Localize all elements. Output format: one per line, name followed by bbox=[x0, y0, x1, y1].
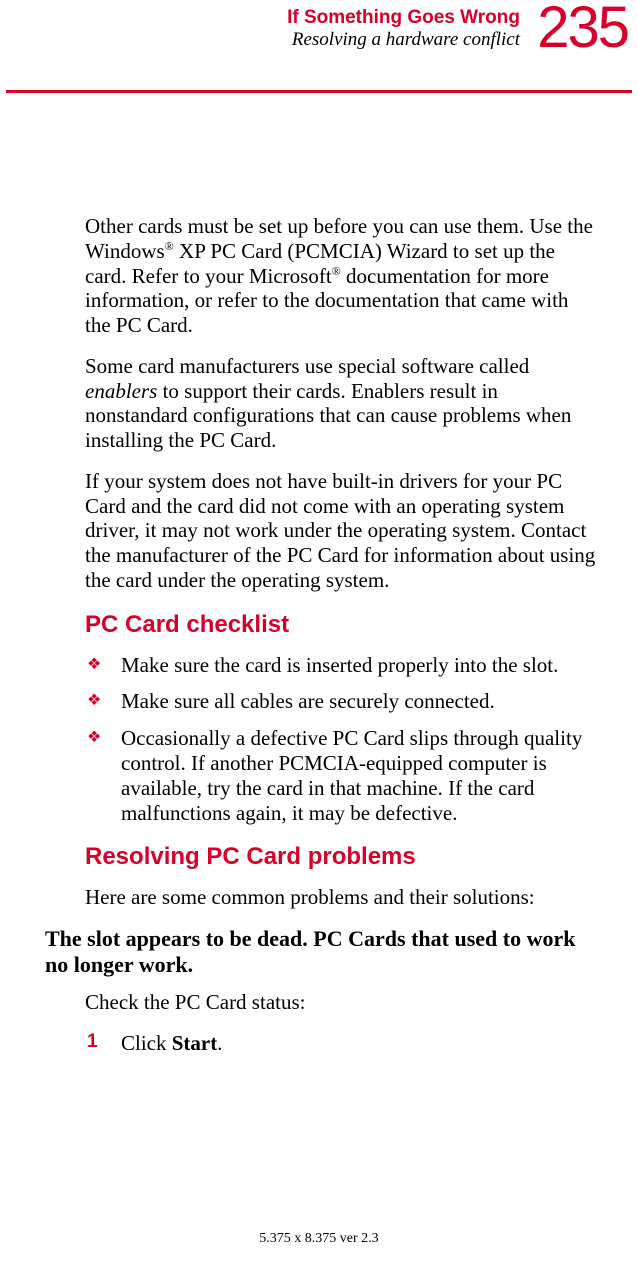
diamond-icon: ❖ bbox=[87, 656, 101, 675]
steps-list: 1 Click Start. bbox=[85, 1031, 598, 1056]
paragraph: Other cards must be set up before you ca… bbox=[85, 214, 598, 338]
page-number: 235 bbox=[537, 0, 628, 61]
list-item: ❖ Make sure all cables are securely conn… bbox=[85, 689, 598, 714]
problem-heading: The slot appears to be dead. PC Cards th… bbox=[45, 926, 598, 978]
chapter-title: If Something Goes Wrong bbox=[287, 8, 520, 28]
header-rule bbox=[6, 90, 632, 93]
paragraph: If your system does not have built-in dr… bbox=[85, 469, 598, 593]
step-item: 1 Click Start. bbox=[85, 1031, 598, 1056]
list-item: ❖ Occasionally a defective PC Card slips… bbox=[85, 726, 598, 825]
emphasis: enablers bbox=[85, 379, 157, 403]
checklist: ❖ Make sure the card is inserted properl… bbox=[85, 653, 598, 826]
step-number: 1 bbox=[87, 1031, 98, 1054]
section-subtitle: Resolving a hardware conflict bbox=[287, 30, 520, 51]
list-item-text: Make sure the card is inserted properly … bbox=[121, 653, 558, 677]
step-bold: Start bbox=[172, 1031, 218, 1055]
heading-resolving: Resolving PC Card problems bbox=[85, 843, 598, 871]
page-header: 235 If Something Goes Wrong Resolving a … bbox=[0, 0, 638, 96]
step-text: . bbox=[217, 1031, 222, 1055]
content: Other cards must be set up before you ca… bbox=[0, 96, 638, 1056]
paragraph: Some card manufacturers use special soft… bbox=[85, 354, 598, 453]
paragraph: Here are some common problems and their … bbox=[85, 885, 598, 910]
list-item-text: Make sure all cables are securely connec… bbox=[121, 689, 495, 713]
page-footer: 5.375 x 8.375 ver 2.3 bbox=[0, 1231, 638, 1247]
heading-checklist: PC Card checklist bbox=[85, 611, 598, 639]
page: 235 If Something Goes Wrong Resolving a … bbox=[0, 0, 638, 1271]
list-item-text: Occasionally a defective PC Card slips t… bbox=[121, 726, 582, 824]
registered-icon: ® bbox=[332, 264, 341, 278]
text: to support their cards. Enablers result … bbox=[85, 379, 571, 453]
diamond-icon: ❖ bbox=[87, 729, 101, 748]
text: Some card manufacturers use special soft… bbox=[85, 354, 529, 378]
header-titles: If Something Goes Wrong Resolving a hard… bbox=[287, 8, 520, 51]
list-item: ❖ Make sure the card is inserted properl… bbox=[85, 653, 598, 678]
diamond-icon: ❖ bbox=[87, 692, 101, 711]
paragraph: Check the PC Card status: bbox=[85, 990, 598, 1015]
registered-icon: ® bbox=[165, 239, 174, 253]
step-text: Click bbox=[121, 1031, 172, 1055]
